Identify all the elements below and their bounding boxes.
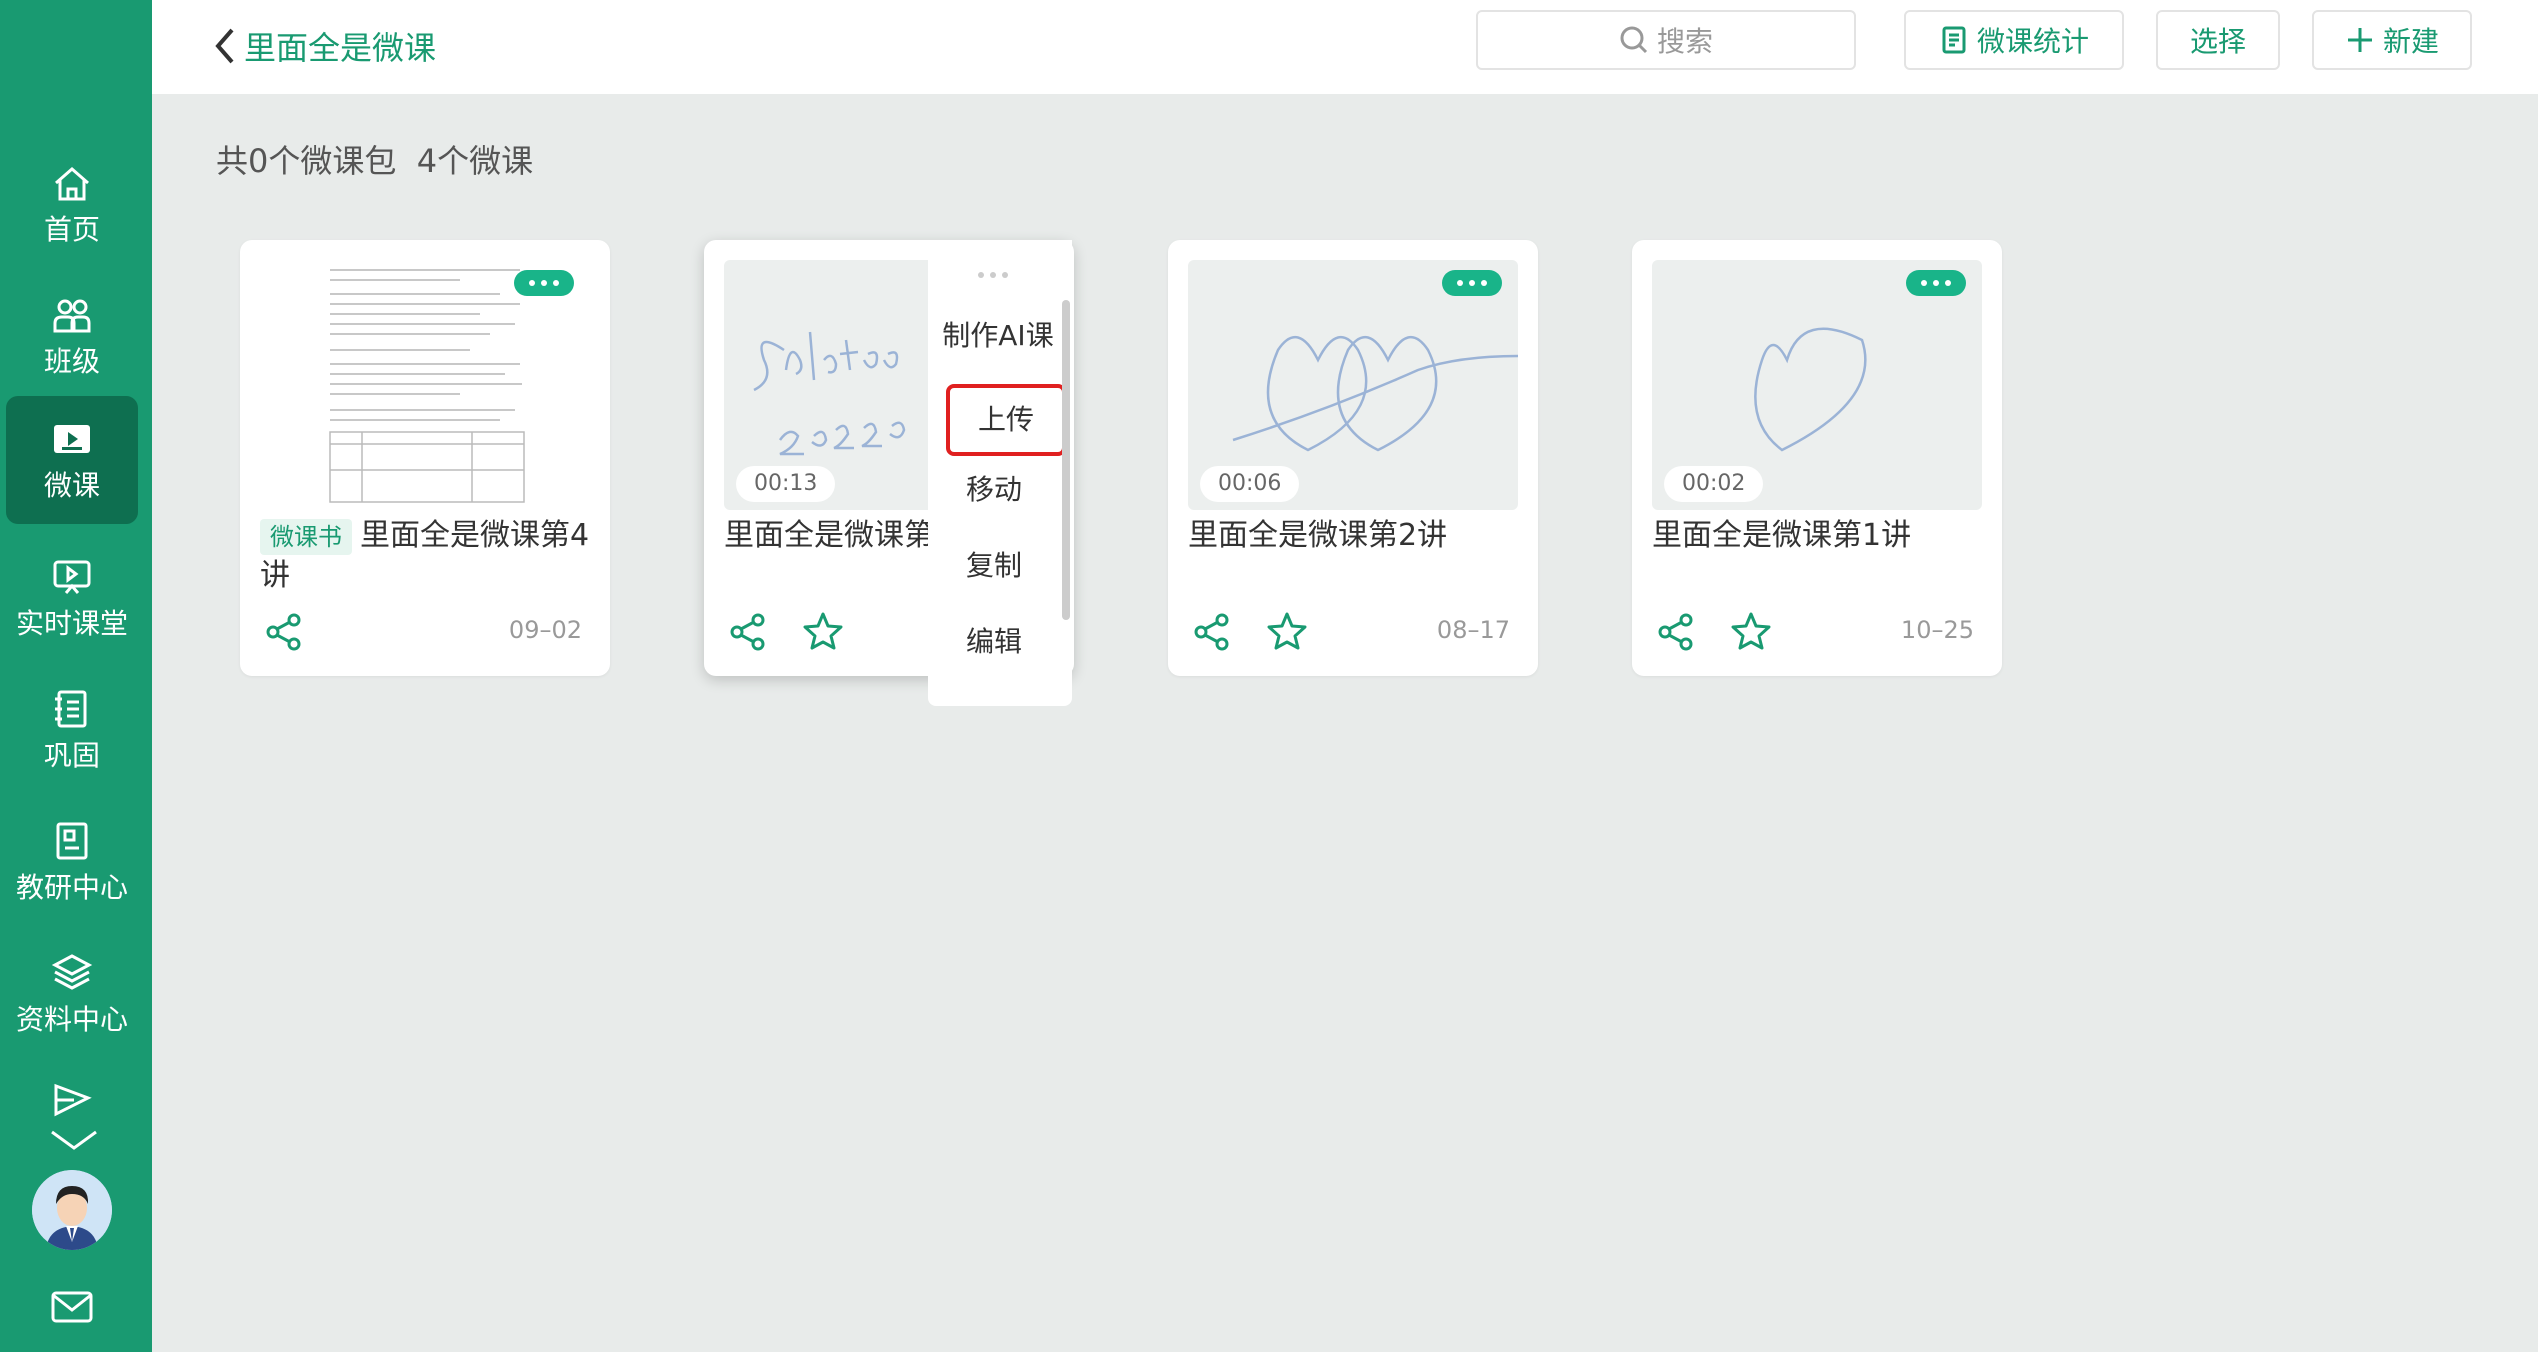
send-icon[interactable] <box>50 1078 94 1122</box>
class-icon <box>53 299 91 333</box>
duration-badge: 00:06 <box>1200 466 1300 502</box>
user-avatar-icon <box>32 1170 112 1250</box>
sidebar-item-label: 资料中心 <box>15 1003 128 1036</box>
top-bar: 里面全是微课 搜索 微课统计 选择 新建 <box>152 0 2538 94</box>
star-icon[interactable] <box>1730 610 1772 652</box>
sidebar-item-class[interactable]: 班级 <box>6 272 138 400</box>
menu-item-edit[interactable]: 编辑 <box>928 620 1060 660</box>
more-icon <box>978 272 1008 278</box>
layers-icon <box>51 954 93 990</box>
card-title: 里面全是微课第2讲 <box>1188 518 1448 553</box>
sidebar-item-label: 首页 <box>43 213 100 246</box>
mail-icon[interactable] <box>50 1290 94 1324</box>
sidebar-item-label: 实时课堂 <box>15 607 128 640</box>
menu-item-copy[interactable]: 复制 <box>928 544 1060 584</box>
search-placeholder: 搜索 <box>1656 25 1713 58</box>
duration-badge: 00:13 <box>736 466 836 502</box>
page-title: 里面全是微课 <box>244 29 437 67</box>
share-icon[interactable] <box>264 612 304 652</box>
sidebar-item-resources[interactable]: 资料中心 <box>6 930 138 1058</box>
document-thumbnail <box>260 260 590 510</box>
chevron-left-icon <box>215 28 234 64</box>
course-book-tag: 微课书 <box>260 519 352 555</box>
card-date: 10–25 <box>1900 616 1974 644</box>
card-title: 里面全是微课第1讲 <box>1652 518 1912 553</box>
star-icon[interactable] <box>802 610 844 652</box>
more-options-button[interactable] <box>1906 270 1966 296</box>
search-input[interactable]: 搜索 <box>1476 10 1856 70</box>
select-button-label: 选择 <box>2189 25 2246 58</box>
card-date: 09–02 <box>508 616 582 644</box>
summary-count: 共0个微课包 4个微课 <box>216 142 534 180</box>
sidebar-item-label: 微课 <box>43 469 100 502</box>
more-options-button[interactable] <box>1442 270 1502 296</box>
menu-scrollbar[interactable] <box>1062 300 1070 620</box>
card-title: 里面全是微课第3讲 <box>724 518 932 553</box>
sidebar-item-research[interactable]: 教研中心 <box>6 798 138 926</box>
course-card[interactable]: 00:06 里面全是微课第2讲 08–17 <box>1168 240 1538 676</box>
notebook-icon <box>55 690 87 728</box>
chevron-down-icon[interactable] <box>50 1128 98 1154</box>
more-options-button[interactable] <box>514 270 574 296</box>
new-button-label: 新建 <box>2382 25 2439 58</box>
sidebar-item-live[interactable]: 实时课堂 <box>6 534 138 662</box>
report-icon <box>1942 26 1966 54</box>
search-icon <box>1620 26 1648 54</box>
stats-button[interactable]: 微课统计 <box>1904 10 2124 70</box>
star-icon[interactable] <box>1266 610 1308 652</box>
back-button[interactable]: 里面全是微课 <box>212 20 436 72</box>
card-title: 微课书 里面全是微课第4讲 <box>260 516 600 596</box>
home-icon <box>55 167 89 201</box>
menu-item-upload[interactable]: 上传 <box>946 384 1066 456</box>
microcourse-icon <box>54 425 90 453</box>
avatar[interactable] <box>32 1170 112 1250</box>
sidebar-item-consolidate[interactable]: 巩固 <box>6 666 138 794</box>
sidebar-item-microcourse[interactable]: 微课 <box>6 396 138 524</box>
live-classroom-icon <box>53 560 91 594</box>
card-date: 08–17 <box>1436 616 1510 644</box>
sidebar: 首页 班级 微课 实时课堂 巩固 教研中心 资料中心 <box>0 0 152 1352</box>
sidebar-item-label: 班级 <box>43 345 100 378</box>
select-button[interactable]: 选择 <box>2156 10 2280 70</box>
menu-item-make-ai-course[interactable]: 制作AI课 <box>932 314 1064 354</box>
research-icon <box>56 822 88 860</box>
plus-icon <box>2347 28 2372 52</box>
course-card[interactable]: 微课书 里面全是微课第4讲 09–02 <box>240 240 610 676</box>
share-icon[interactable] <box>1192 612 1232 652</box>
menu-item-move[interactable]: 移动 <box>928 468 1060 508</box>
sidebar-item-home[interactable]: 首页 <box>6 140 138 268</box>
sidebar-item-label: 巩固 <box>43 739 100 772</box>
new-button[interactable]: 新建 <box>2312 10 2472 70</box>
share-icon[interactable] <box>1656 612 1696 652</box>
stats-button-label: 微课统计 <box>1976 25 2089 58</box>
course-card[interactable]: 00:02 里面全是微课第1讲 10–25 <box>1632 240 2002 676</box>
sidebar-item-label: 教研中心 <box>15 871 128 904</box>
duration-badge: 00:02 <box>1664 466 1764 502</box>
share-icon[interactable] <box>728 612 768 652</box>
context-menu: 制作AI课 上传 移动 复制 编辑 <box>928 240 1072 706</box>
